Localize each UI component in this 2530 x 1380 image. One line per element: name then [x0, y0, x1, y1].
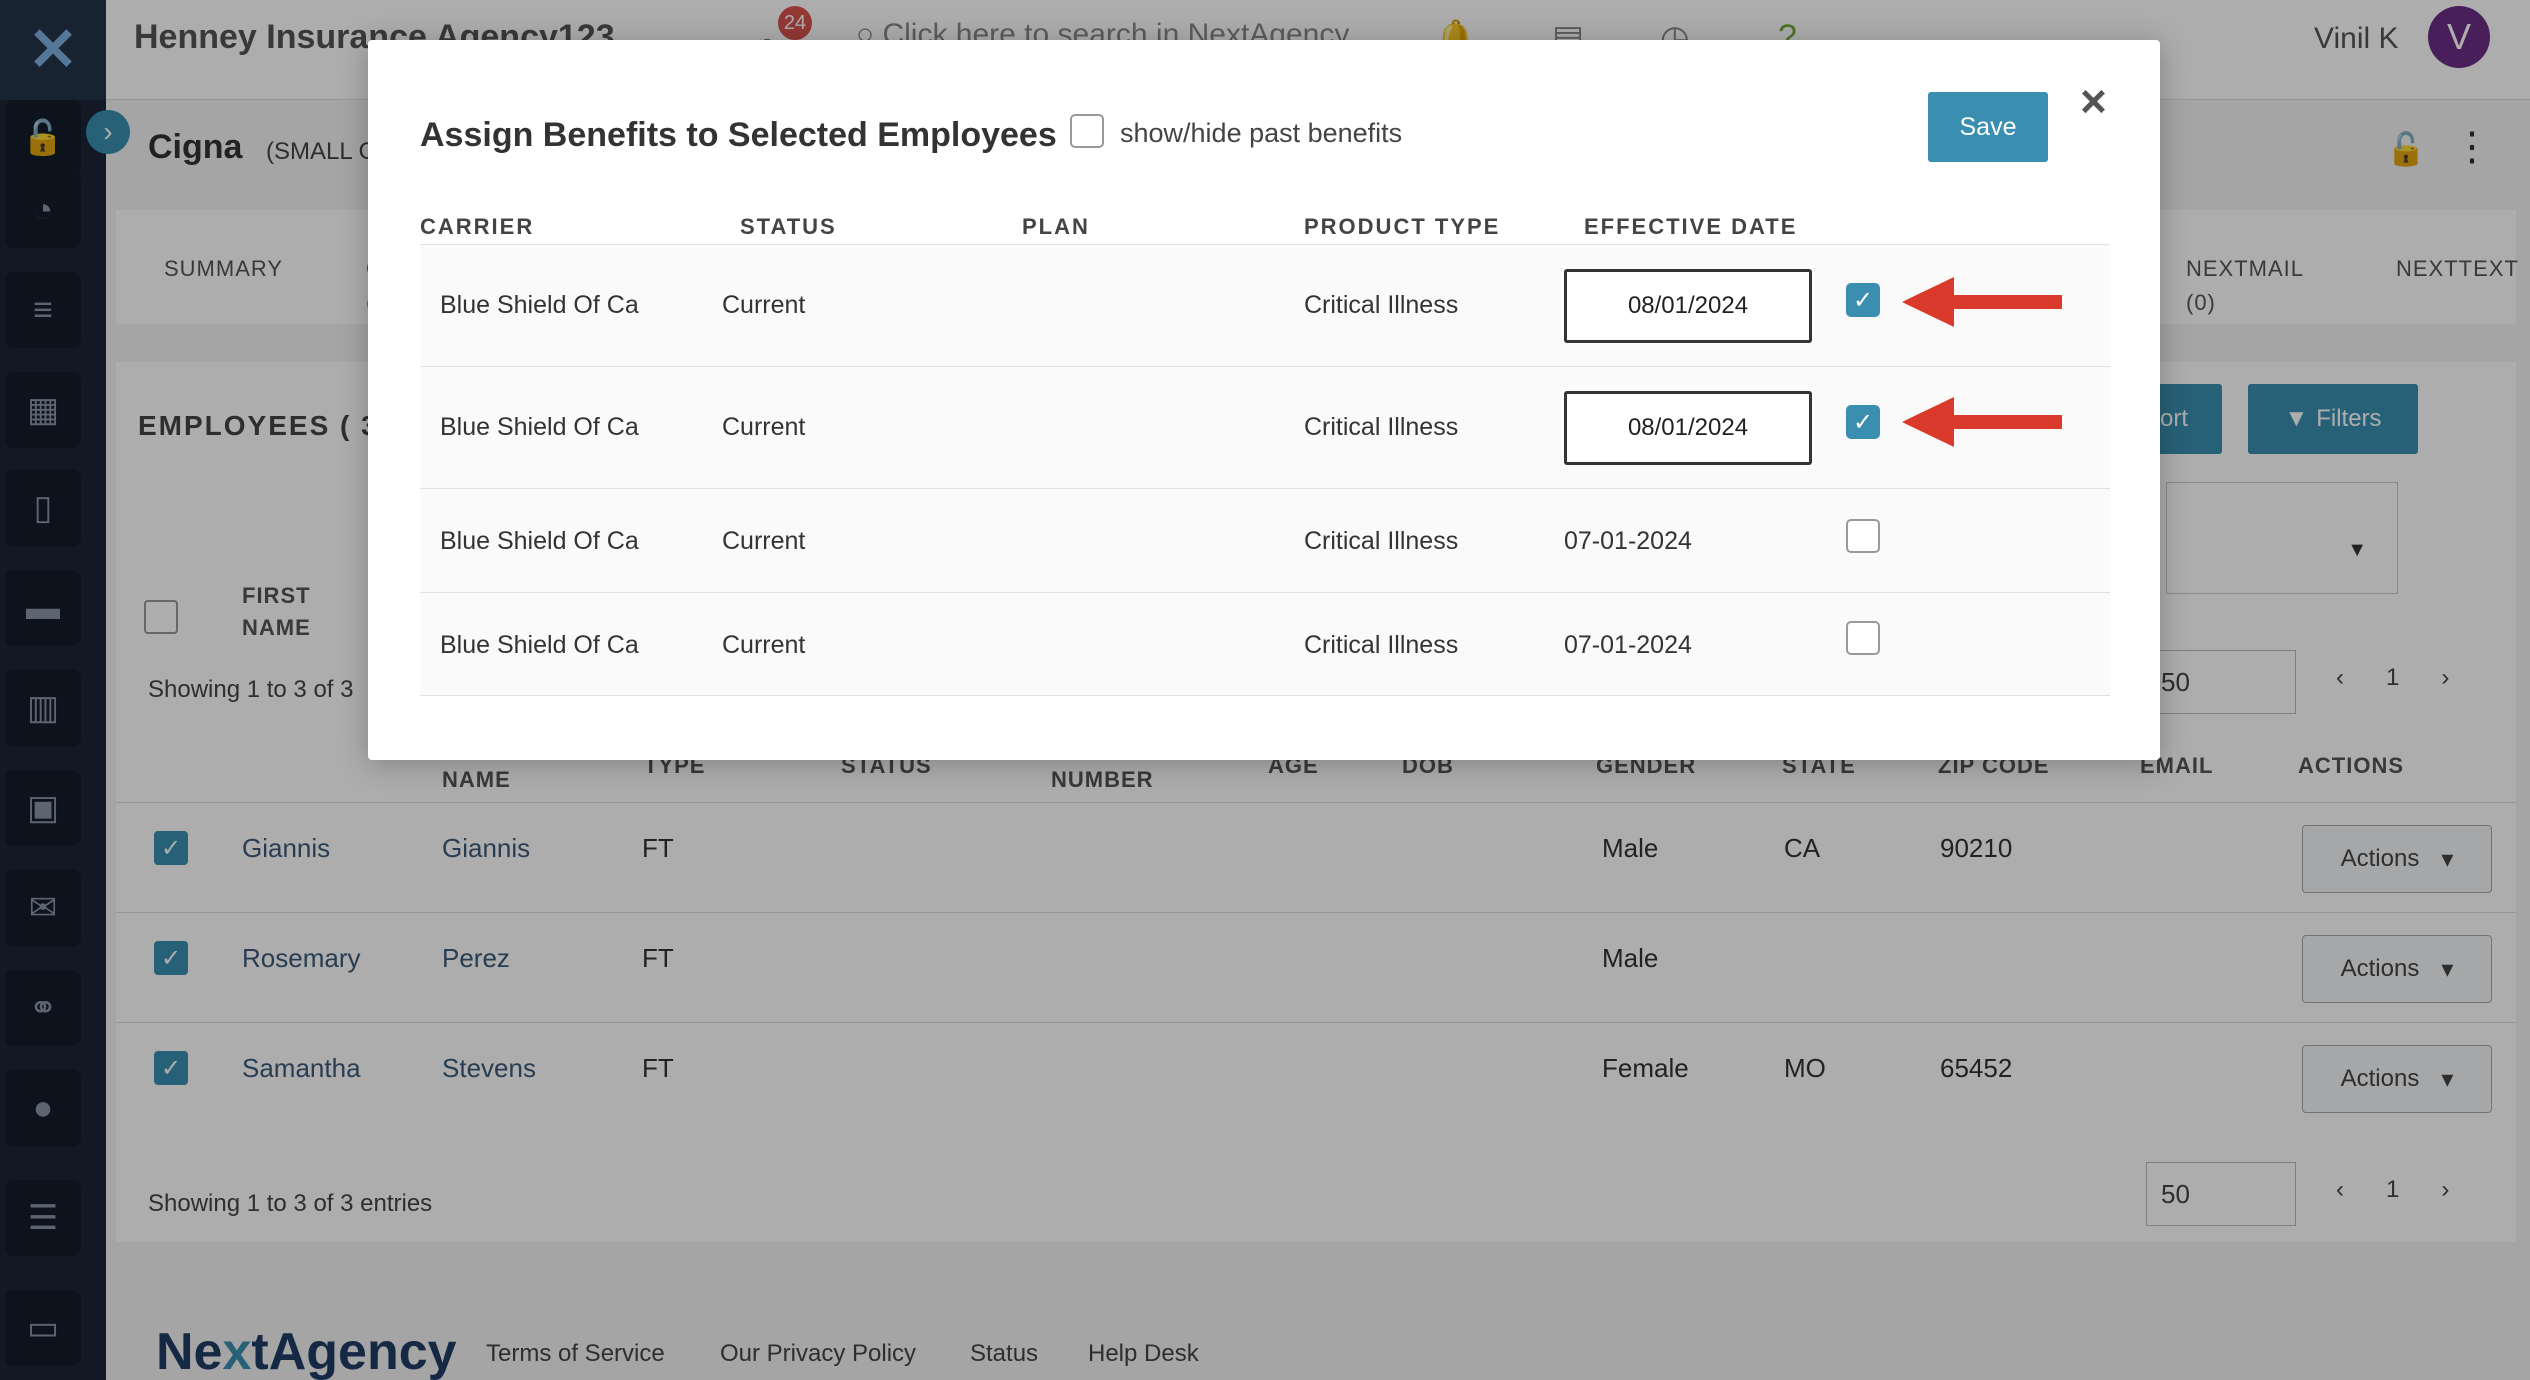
header-plan: PLAN	[1022, 214, 1090, 239]
effective-date-cell: 07-01-2024	[1564, 631, 1692, 659]
header-status: STATUS	[740, 214, 837, 239]
benefit-checkbox[interactable]	[1846, 519, 1880, 553]
status-cell: Current	[722, 413, 806, 441]
benefit-row: Blue Shield Of Ca Current Critical Illne…	[420, 488, 2110, 592]
modal-title: Assign Benefits to Selected Employees	[420, 116, 1057, 154]
effective-date-cell: 07-01-2024	[1564, 527, 1692, 555]
header-product-type: PRODUCT TYPE	[1304, 214, 1501, 239]
assign-benefits-modal: Assign Benefits to Selected Employees sh…	[368, 40, 2160, 760]
benefit-row: Blue Shield Of Ca Current Critical Illne…	[420, 366, 2110, 488]
effective-date-input[interactable]: 08/01/2024	[1564, 391, 1812, 465]
red-arrow-annotation	[1902, 397, 2062, 447]
header-carrier: CARRIER	[420, 214, 535, 239]
status-cell: Current	[722, 291, 806, 319]
status-cell: Current	[722, 631, 806, 659]
benefit-row: Blue Shield Of Ca Current Critical Illne…	[420, 592, 2110, 696]
carrier-cell: Blue Shield Of Ca	[440, 527, 639, 555]
product-type-cell: Critical Illness	[1304, 291, 1459, 319]
product-type-cell: Critical Illness	[1304, 527, 1459, 555]
past-benefits-label[interactable]: show/hide past benefits	[1120, 118, 1402, 149]
past-benefits-checkbox[interactable]	[1070, 114, 1104, 148]
product-type-cell: Critical Illness	[1304, 413, 1459, 441]
status-cell: Current	[722, 527, 806, 555]
benefit-checkbox[interactable]: ✓	[1846, 283, 1880, 317]
effective-date-input[interactable]: 08/01/2024	[1564, 269, 1812, 343]
save-button[interactable]: Save	[1928, 92, 2048, 162]
benefit-checkbox[interactable]: ✓	[1846, 405, 1880, 439]
benefit-row: Blue Shield Of Ca Current Critical Illne…	[420, 244, 2110, 366]
carrier-cell: Blue Shield Of Ca	[440, 291, 639, 319]
header-effective-date: EFFECTIVE DATE	[1584, 214, 1798, 239]
carrier-cell: Blue Shield Of Ca	[440, 413, 639, 441]
benefit-checkbox[interactable]	[1846, 621, 1880, 655]
close-icon[interactable]: ×	[2080, 78, 2107, 124]
carrier-cell: Blue Shield Of Ca	[440, 631, 639, 659]
red-arrow-annotation	[1902, 277, 2062, 327]
product-type-cell: Critical Illness	[1304, 631, 1459, 659]
